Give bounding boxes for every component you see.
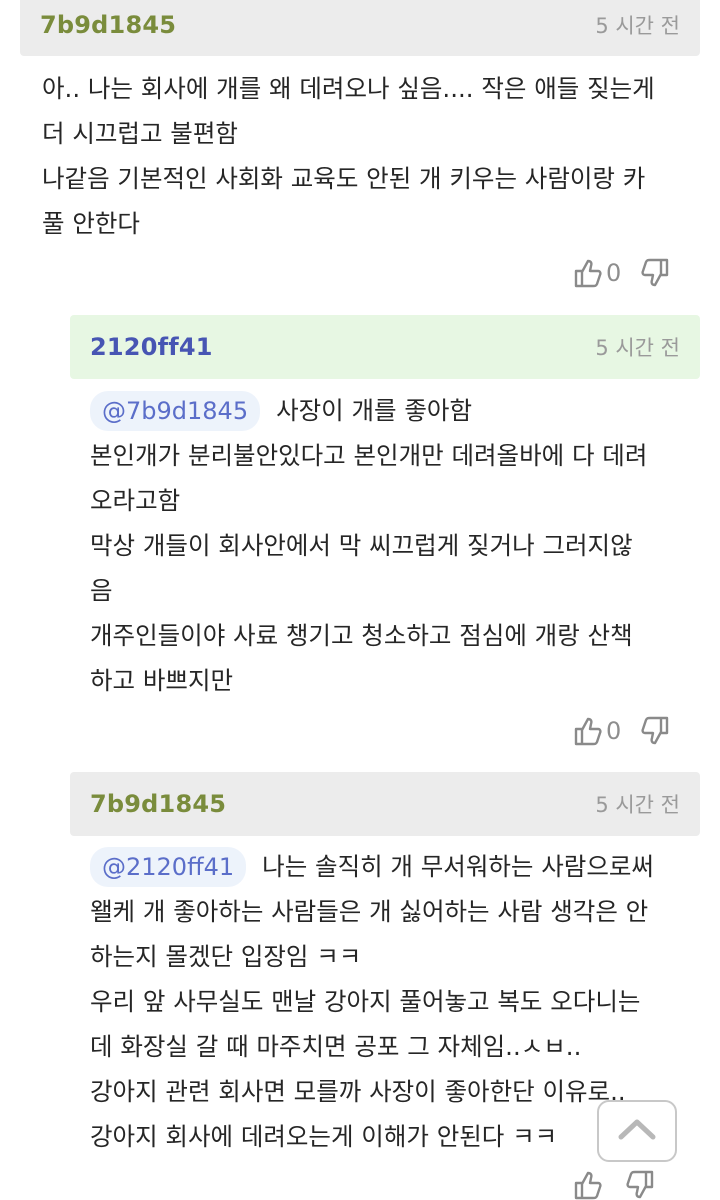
comment-line: 데 화장실 갈 때 마주치면 공포 그 자체임..ㅅㅂ.. bbox=[90, 1032, 582, 1061]
comment-time: 5 시간 전 bbox=[595, 336, 680, 360]
comment-line: @7b9d1845 사장이 개를 좋아함 bbox=[90, 388, 647, 433]
comment-line: 오라고함 bbox=[90, 486, 181, 515]
thumbs-down-icon[interactable] bbox=[626, 1170, 654, 1200]
comment-author[interactable]: 7b9d1845 bbox=[90, 790, 226, 818]
comment-line: 더 시끄럽고 불편함 bbox=[42, 119, 238, 148]
comment-header: 7b9d1845 5 시간 전 bbox=[20, 0, 700, 56]
comment-line-text: 나는 솔직히 개 무서워하는 사람으로써 bbox=[262, 852, 654, 881]
comment-line: 본인개가 분리불안있다고 본인개만 데려올바에 다 데려 bbox=[90, 441, 648, 470]
scroll-to-top-button[interactable] bbox=[597, 1100, 677, 1162]
chevron-up-icon bbox=[617, 1117, 657, 1145]
comment-line: 우리 앞 사무실도 맨날 강아지 풀어놓고 복도 오다니는 bbox=[90, 987, 641, 1016]
comment-line: 개주인들이야 사료 챙기고 청소하고 점심에 개랑 산책 bbox=[90, 621, 633, 650]
thumbs-up-icon[interactable] bbox=[574, 258, 602, 288]
comment-line: 왤케 개 좋아하는 사람들은 개 싫어하는 사람 생각은 안 bbox=[90, 897, 649, 926]
reply-body: @2120ff41 나는 솔직히 개 무서워하는 사람으로써 왤케 개 좋아하는 … bbox=[90, 844, 654, 1159]
like-count: 0 bbox=[606, 717, 622, 745]
comment-line: 풀 안한다 bbox=[42, 209, 140, 238]
comment-time: 5 시간 전 bbox=[595, 14, 680, 38]
comment-line: 아.. 나는 회사에 개를 왜 데려오나 싶음.... 작은 애들 짖는게 bbox=[42, 74, 655, 103]
comment-line-text: 사장이 개를 좋아함 bbox=[276, 396, 472, 425]
like-count: 0 bbox=[606, 259, 622, 287]
reply-body: @7b9d1845 사장이 개를 좋아함 본인개가 분리불안있다고 본인개만 데려… bbox=[90, 388, 647, 703]
comment-time: 5 시간 전 bbox=[595, 793, 680, 817]
comment-line: 막상 개들이 회사안에서 막 씨끄럽게 짖거나 그러지않 bbox=[90, 531, 633, 560]
comment-line: 강아지 회사에 데려오는게 이해가 안된다 ㅋㅋ bbox=[90, 1122, 558, 1151]
vote-actions: 0 bbox=[574, 716, 669, 746]
mention-tag[interactable]: @2120ff41 bbox=[90, 847, 247, 887]
vote-actions bbox=[574, 1170, 654, 1200]
mention-tag[interactable]: @7b9d1845 bbox=[90, 391, 261, 431]
thumbs-up-icon[interactable] bbox=[574, 1170, 602, 1200]
reply-header: 7b9d1845 5 시간 전 bbox=[70, 772, 700, 836]
vote-actions: 0 bbox=[574, 258, 669, 288]
comment-line: 음 bbox=[90, 576, 113, 605]
thumbs-down-icon[interactable] bbox=[641, 258, 669, 288]
comment-line: 하는지 몰겠단 입장임 ㅋㅋ bbox=[90, 942, 362, 971]
thumbs-down-icon[interactable] bbox=[641, 716, 669, 746]
comment-line: @2120ff41 나는 솔직히 개 무서워하는 사람으로써 bbox=[90, 844, 654, 889]
comment-line: 강아지 관련 회사면 모를까 사장이 좋아한단 이유로.. bbox=[90, 1077, 626, 1106]
comment-line: 나같음 기본적인 사회화 교육도 안된 개 키우는 사람이랑 카 bbox=[42, 164, 646, 193]
comment-body: 아.. 나는 회사에 개를 왜 데려오나 싶음.... 작은 애들 짖는게 더 … bbox=[42, 66, 655, 246]
comment-author[interactable]: 7b9d1845 bbox=[40, 11, 176, 39]
comment-author[interactable]: 2120ff41 bbox=[90, 333, 213, 361]
reply-header: 2120ff41 5 시간 전 bbox=[70, 315, 700, 379]
comment-line: 하고 바쁘지만 bbox=[90, 666, 234, 695]
thumbs-up-icon[interactable] bbox=[574, 716, 602, 746]
